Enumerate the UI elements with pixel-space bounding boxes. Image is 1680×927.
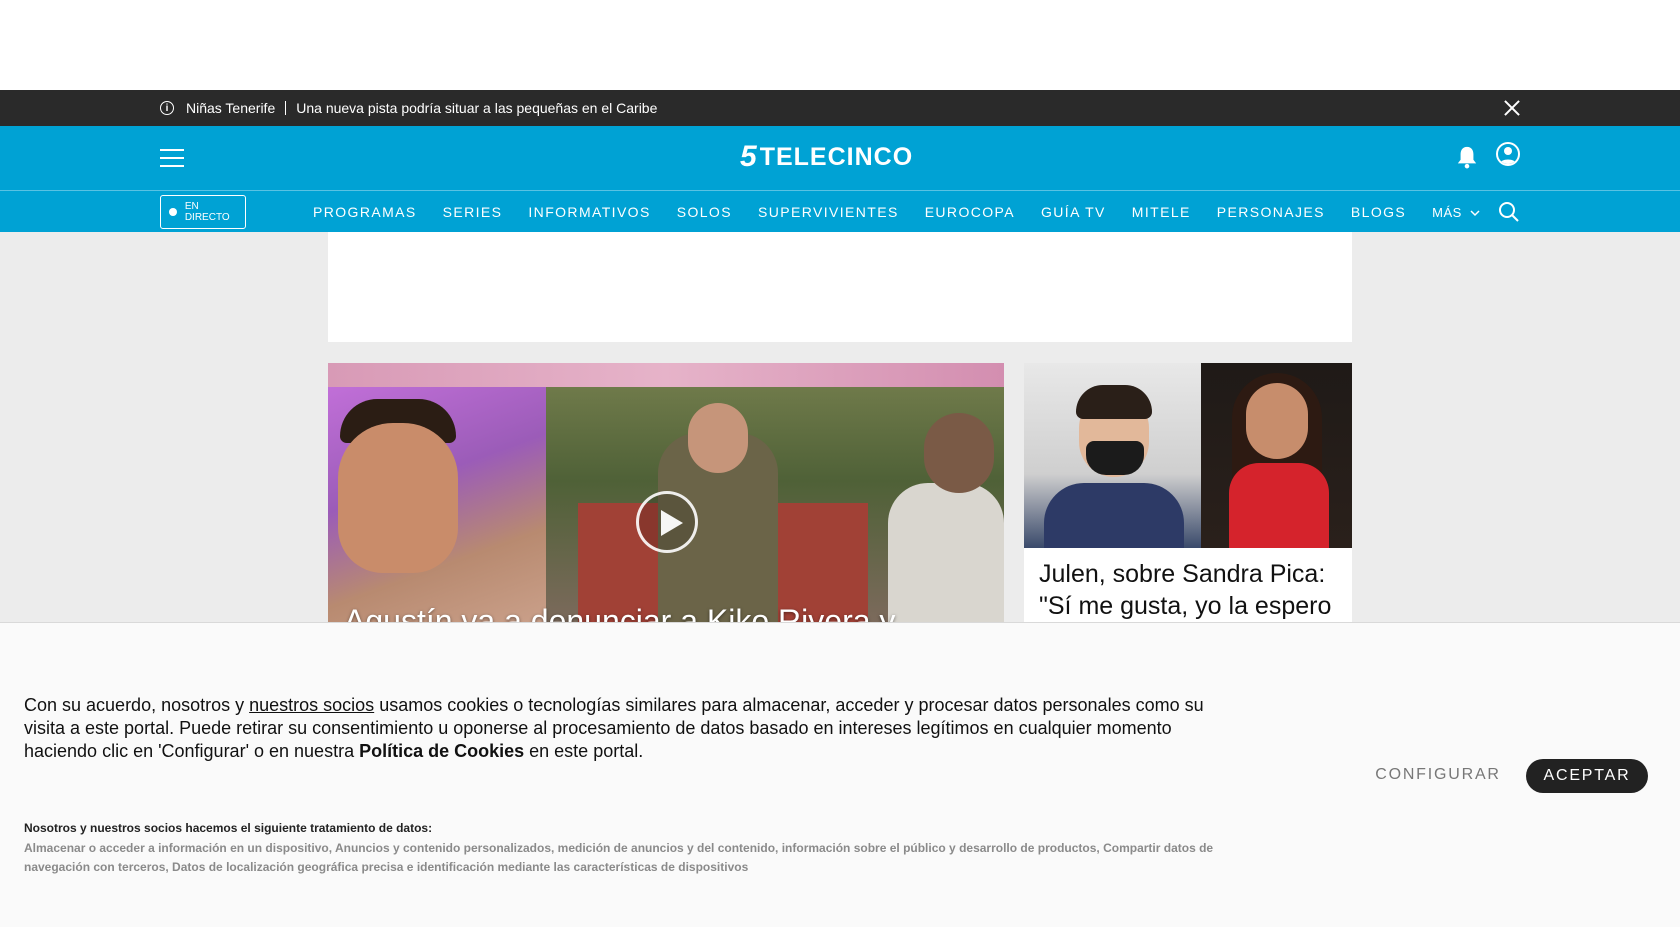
live-dot-icon [169, 208, 177, 216]
hero-title[interactable]: Agustín va a denunciar a Kiko Rivera y [344, 603, 895, 623]
menu-icon[interactable] [160, 149, 184, 167]
cookie-consent-banner: Con su acuerdo, nosotros y nuestros soci… [0, 622, 1680, 927]
nav-item-guia-tv[interactable]: GUÍA TV [1041, 204, 1106, 220]
news-card-headline[interactable]: Julen, sobre Sandra Pica: "Sí me gusta, … [1039, 558, 1344, 622]
bell-icon[interactable] [1456, 144, 1478, 170]
cookie-policy-link[interactable]: Política de Cookies [359, 741, 524, 761]
card-figure [1086, 441, 1144, 475]
logo-mark: 5 [740, 140, 758, 173]
breaking-news-bar: i Niñas Tenerife Una nueva pista podría … [0, 90, 1680, 126]
card-figure [1076, 385, 1152, 419]
breaking-news-tag[interactable]: Niñas Tenerife [186, 101, 287, 115]
nav-item-eurocopa[interactable]: EUROCOPA [925, 204, 1015, 220]
chevron-down-icon [1470, 209, 1480, 216]
nav-item-more[interactable]: MÁS [1432, 205, 1480, 220]
hero-video-card[interactable]: Agustín va a denunciar a Kiko Rivera y [328, 363, 1004, 623]
card-figure [1229, 463, 1329, 548]
card-figure [1246, 383, 1308, 459]
top-ad-slot [0, 0, 1680, 90]
hero-figure [888, 483, 1004, 623]
partners-link[interactable]: nuestros socios [249, 695, 374, 715]
breaking-news-content[interactable]: i Niñas Tenerife Una nueva pista podría … [160, 90, 657, 126]
news-card-image[interactable] [1024, 363, 1352, 548]
live-label: EN DIRECTO [184, 201, 230, 223]
user-account-icon[interactable] [1496, 142, 1520, 166]
nav-item-supervivientes[interactable]: SUPERVIVIENTES [758, 204, 899, 220]
search-icon[interactable] [1498, 201, 1520, 223]
telecinco-logo[interactable]: 5 TELECINCO [740, 140, 913, 174]
info-icon: i [160, 101, 174, 115]
hero-figure [338, 423, 458, 573]
hero-image-band [328, 363, 1004, 387]
data-processing-title: Nosotros y nuestros socios hacemos el si… [24, 821, 433, 835]
hero-figure [688, 403, 748, 473]
consent-text-start: Con su acuerdo, nosotros y [24, 695, 250, 715]
live-button[interactable]: EN DIRECTO [160, 195, 246, 229]
more-label: MÁS [1432, 204, 1462, 220]
main-navigation: EN DIRECTO PROGRAMAS SERIES INFORMATIVOS… [0, 190, 1680, 232]
nav-item-mitele[interactable]: MITELE [1132, 204, 1191, 220]
close-icon[interactable] [1502, 98, 1522, 118]
nav-menu: PROGRAMAS SERIES INFORMATIVOS SOLOS SUPE… [313, 191, 1506, 233]
nav-item-solos[interactable]: SOLOS [677, 204, 732, 220]
logo-text: TELECINCO [759, 142, 914, 171]
card-figure [1044, 483, 1184, 548]
hero-figure [924, 413, 994, 493]
configure-button[interactable]: CONFIGURAR [1370, 758, 1506, 792]
content-ad-slot [328, 232, 1352, 342]
nav-item-personajes[interactable]: PERSONAJES [1217, 204, 1325, 220]
breaking-news-headline[interactable]: Una nueva pista podría situar a las pequ… [296, 100, 657, 116]
nav-item-programas[interactable]: PROGRAMAS [313, 204, 417, 220]
news-card[interactable]: Julen, sobre Sandra Pica: "Sí me gusta, … [1024, 363, 1352, 623]
accept-button[interactable]: ACEPTAR [1526, 759, 1648, 793]
consent-text-end: en este portal. [524, 741, 644, 761]
play-icon[interactable] [636, 491, 698, 553]
nav-item-informativos[interactable]: INFORMATIVOS [528, 204, 650, 220]
site-header: 5 TELECINCO [0, 126, 1680, 190]
consent-text: Con su acuerdo, nosotros y nuestros soci… [24, 694, 1224, 763]
data-processing-purposes: Almacenar o acceder a información en un … [24, 841, 1214, 874]
nav-item-series[interactable]: SERIES [443, 204, 503, 220]
nav-item-blogs[interactable]: BLOGS [1351, 204, 1406, 220]
